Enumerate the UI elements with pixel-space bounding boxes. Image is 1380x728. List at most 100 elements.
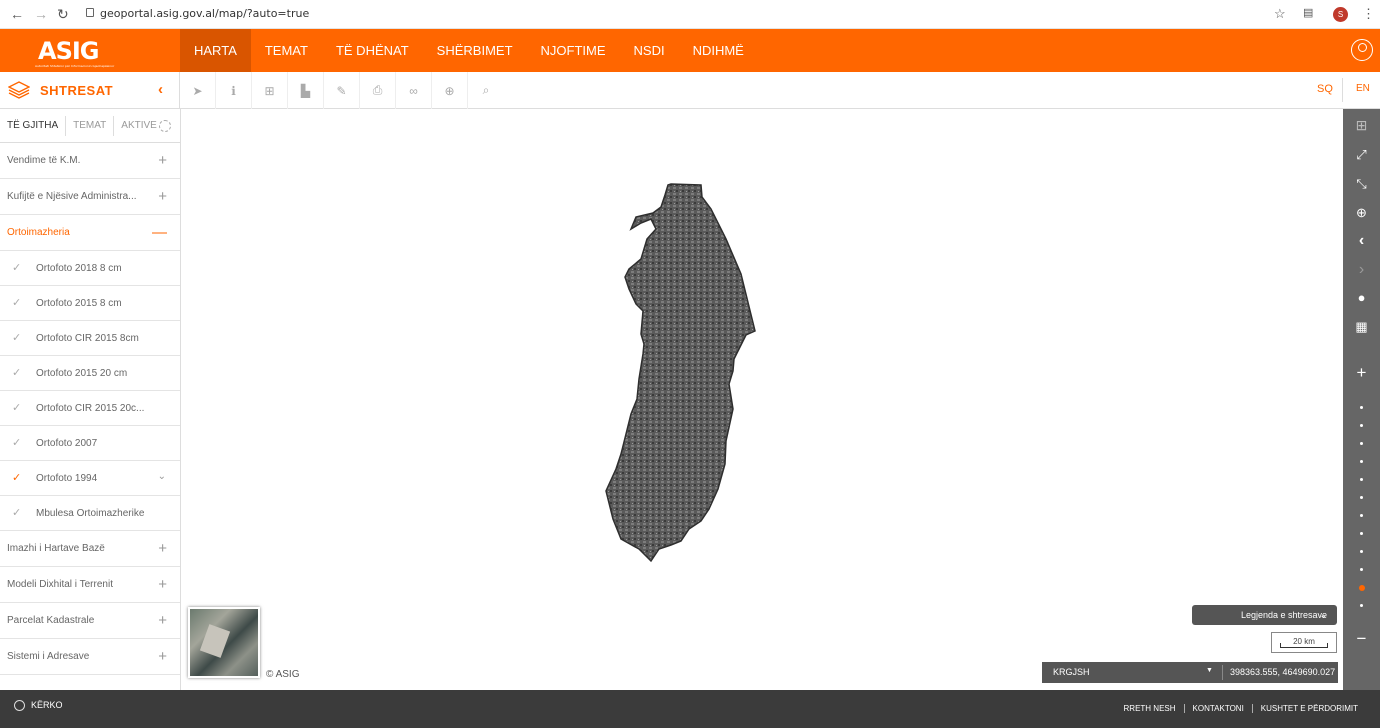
user-account-icon[interactable]: [1351, 39, 1373, 61]
menu-nsdi[interactable]: NSDI: [620, 29, 679, 72]
zoom-area-icon[interactable]: ⊕: [1343, 205, 1380, 221]
print-icon[interactable]: ⎙: [360, 72, 396, 109]
zoom-level-dot[interactable]: [1360, 442, 1363, 445]
zoom-level-dot[interactable]: [1360, 532, 1363, 535]
zoom-level-dot[interactable]: [1360, 568, 1363, 571]
zoom-level-dot[interactable]: [1360, 514, 1363, 517]
profile-avatar[interactable]: S: [1333, 7, 1348, 22]
check-icon[interactable]: ✓: [12, 506, 21, 519]
map-canvas[interactable]: [181, 109, 1343, 690]
check-icon[interactable]: ✓: [12, 436, 21, 449]
grid-icon[interactable]: ▦: [1343, 319, 1380, 335]
edit-icon[interactable]: ✎: [324, 72, 360, 109]
zoom-level-dot[interactable]: [1360, 460, 1363, 463]
expand-icon[interactable]: ⤡: [1343, 176, 1380, 192]
fullscreen-icon[interactable]: ⤢: [1343, 147, 1380, 163]
zoom-level-dot[interactable]: [1360, 550, 1363, 553]
menu-temat[interactable]: TEMAT: [251, 29, 322, 72]
layer-item[interactable]: ✓ Ortofoto 2018 8 cm: [0, 251, 180, 286]
layer-item[interactable]: ✓ Ortofoto 2015 8 cm: [0, 286, 180, 321]
chevron-down-icon[interactable]: ⌄: [158, 471, 166, 482]
layers-sidebar: TË GJITHA TEMAT AKTIVE Vendime të K.M. + …: [0, 109, 181, 690]
layer-item-active[interactable]: ✓ Ortofoto 1994 ⌄: [0, 461, 180, 496]
zoom-in-icon[interactable]: +: [1343, 363, 1380, 383]
map-tools: ➤ ℹ ⊞ ▙ ✎ ⎙ ∞ ⊕ ⌕: [180, 72, 504, 109]
expand-plus-icon[interactable]: +: [158, 648, 167, 665]
zoom-level-dot[interactable]: [1360, 424, 1363, 427]
zoom-out-icon[interactable]: −: [1343, 629, 1380, 649]
add-icon[interactable]: ⊞: [252, 72, 288, 109]
info-icon[interactable]: ℹ: [216, 72, 252, 109]
layer-group-modeli[interactable]: Modeli Dixhital i Terrenit +: [0, 567, 180, 603]
layer-group-vendime[interactable]: Vendime të K.M. +: [0, 143, 180, 179]
check-icon[interactable]: ✓: [12, 261, 21, 274]
layer-group-kufijte[interactable]: Kufijtë e Njësive Administra... +: [0, 179, 180, 215]
extension-icon[interactable]: ▤: [1303, 6, 1313, 19]
footer-search[interactable]: KËRKO: [14, 700, 63, 711]
chart-icon[interactable]: ▙: [288, 72, 324, 109]
link-rreth-nesh[interactable]: RRETH NESH: [1116, 704, 1184, 713]
crs-select[interactable]: KRGJSH: [1053, 667, 1090, 677]
menu-ndihme[interactable]: NDIHMË: [679, 29, 758, 72]
back-icon[interactable]: ←: [10, 6, 24, 22]
browser-menu-icon[interactable]: ⋮: [1362, 6, 1375, 22]
crs-dropdown-icon[interactable]: ▼: [1206, 667, 1213, 674]
layer-item[interactable]: ✓ Ortofoto 2015 20 cm: [0, 356, 180, 391]
zoom-level-dot[interactable]: [1360, 478, 1363, 481]
zoom-level-dot[interactable]: [1360, 496, 1363, 499]
expand-plus-icon[interactable]: +: [158, 576, 167, 593]
menu-harta[interactable]: HARTA: [180, 29, 251, 72]
reload-icon[interactable]: ↻: [57, 6, 69, 23]
tab-te-gjitha[interactable]: TË GJITHA: [0, 115, 67, 136]
globe-icon[interactable]: ●: [1343, 290, 1380, 305]
layer-group-adresave[interactable]: Sistemi i Adresave +: [0, 639, 180, 675]
map-book-icon[interactable]: ⊞: [1343, 117, 1380, 134]
next-extent-icon[interactable]: ›: [1343, 261, 1380, 279]
layer-item[interactable]: ✓ Ortofoto CIR 2015 8cm: [0, 321, 180, 356]
check-icon[interactable]: ✓: [12, 471, 21, 484]
check-icon[interactable]: ✓: [12, 331, 21, 344]
expand-plus-icon[interactable]: +: [158, 152, 167, 169]
link-icon[interactable]: ∞: [396, 72, 432, 109]
check-icon[interactable]: ✓: [12, 401, 21, 414]
layer-item[interactable]: ✓ Ortofoto 2007: [0, 426, 180, 461]
check-icon[interactable]: ✓: [12, 296, 21, 309]
collapse-sidebar-icon[interactable]: ‹: [158, 81, 163, 98]
menu-njoftime[interactable]: NJOFTIME: [527, 29, 620, 72]
zoom-level-current[interactable]: [1359, 585, 1365, 591]
menu-te-dhenat[interactable]: TË DHËNAT: [322, 29, 423, 72]
legend-button[interactable]: Legjenda e shtresave ⌄: [1192, 605, 1337, 625]
collapse-minus-icon[interactable]: —: [152, 224, 167, 241]
layer-group-ortoimazheria[interactable]: Ortoimazheria —: [0, 215, 180, 251]
search-icon[interactable]: ⌕: [468, 72, 504, 109]
layer-group-imazhi[interactable]: Imazhi i Hartave Bazë +: [0, 531, 180, 567]
basemap-thumbnail[interactable]: [188, 607, 260, 678]
check-icon[interactable]: ✓: [12, 366, 21, 379]
lang-sq[interactable]: SQ: [1317, 83, 1333, 95]
lang-divider: [1342, 78, 1343, 102]
lang-en[interactable]: EN: [1356, 83, 1370, 94]
menu-sherbimet[interactable]: SHËRBIMET: [423, 29, 527, 72]
layer-item[interactable]: ✓ Ortofoto CIR 2015 20c...: [0, 391, 180, 426]
layer-item[interactable]: ✓ Mbulesa Ortoimazherike: [0, 496, 180, 531]
zoom-level-dot[interactable]: [1360, 604, 1363, 607]
asig-logo[interactable]: ASIG Autoriteti Shtetëror për Informacion…: [35, 37, 114, 68]
tab-aktive[interactable]: AKTIVE: [114, 116, 159, 136]
locate-icon[interactable]: ⊕: [432, 72, 468, 109]
previous-extent-icon[interactable]: ‹: [1343, 232, 1380, 250]
tab-temat[interactable]: TEMAT: [66, 115, 115, 136]
lock-icon: [86, 8, 94, 17]
link-kushtet[interactable]: KUSHTET E PËRDORIMIT: [1251, 704, 1366, 713]
settings-gear-icon[interactable]: [158, 119, 171, 132]
expand-plus-icon[interactable]: +: [158, 188, 167, 205]
select-icon[interactable]: ➤: [180, 72, 216, 109]
coord-divider: [1222, 665, 1223, 680]
zoom-level-dot[interactable]: [1360, 406, 1363, 409]
layer-group-parcelat[interactable]: Parcelat Kadastrale +: [0, 603, 180, 639]
link-kontaktoni[interactable]: KONTAKTONI: [1183, 704, 1252, 713]
expand-plus-icon[interactable]: +: [158, 540, 167, 557]
expand-plus-icon[interactable]: +: [158, 612, 167, 629]
bookmark-star-icon[interactable]: ☆: [1274, 6, 1286, 22]
forward-icon[interactable]: →: [34, 6, 48, 22]
address-bar[interactable]: geoportal.asig.gov.al/map/?auto=true: [100, 7, 309, 20]
